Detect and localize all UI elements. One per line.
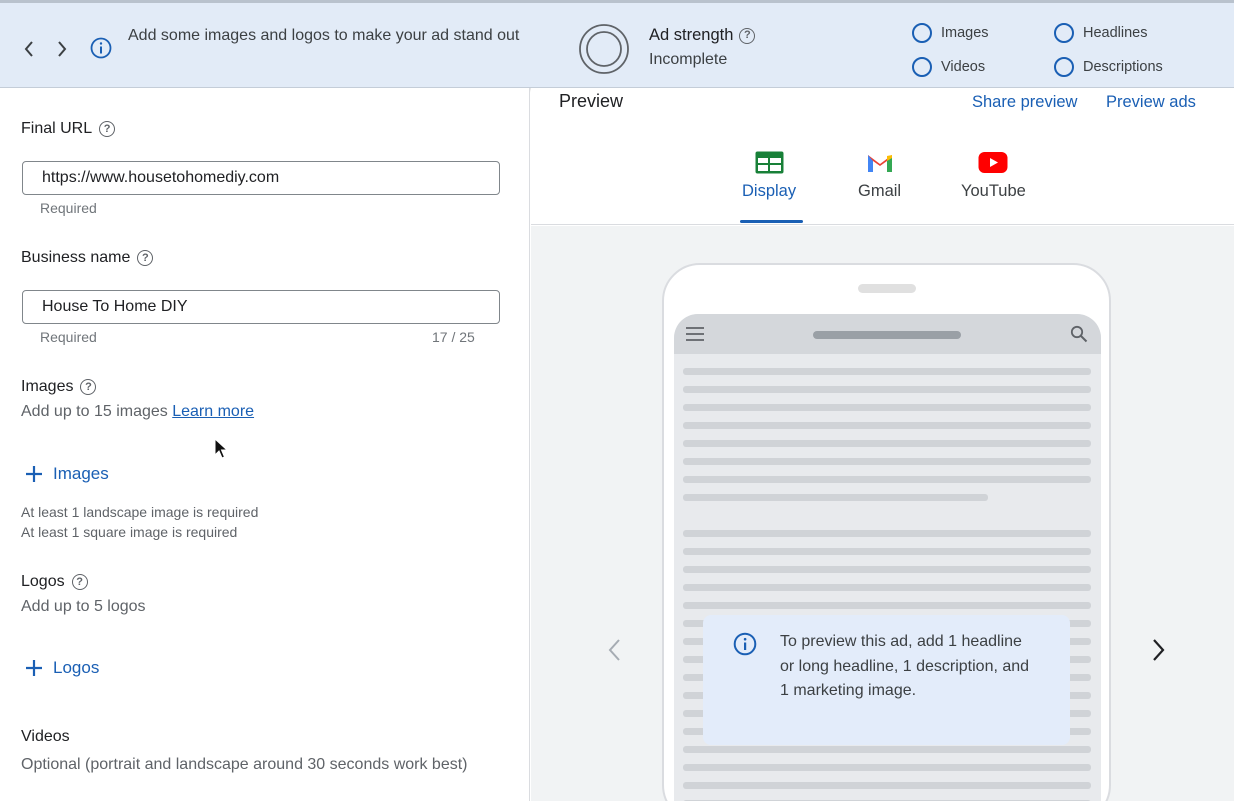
radio-circle-icon bbox=[912, 23, 932, 43]
preview-area: To preview this ad, add 1 headline or lo… bbox=[531, 226, 1234, 801]
radio-circle-icon bbox=[1054, 23, 1074, 43]
chevron-left-icon bbox=[24, 41, 33, 57]
tab-gmail-label: Gmail bbox=[858, 182, 902, 200]
placeholder-line bbox=[683, 602, 1091, 609]
preview-notice-text: To preview this ad, add 1 headline or lo… bbox=[780, 633, 1030, 699]
character-counter: 17 / 25 bbox=[432, 329, 475, 345]
placeholder-line bbox=[683, 458, 1091, 465]
tab-display-label: Display bbox=[742, 182, 797, 200]
help-icon[interactable]: ? bbox=[99, 121, 116, 137]
images-description: Add up to 15 images Learn more bbox=[21, 403, 254, 421]
checklist-videos[interactable]: Videos bbox=[912, 57, 985, 77]
placeholder-line bbox=[683, 746, 1091, 753]
checklist-label: Images bbox=[941, 25, 989, 41]
business-name-required-hint: Required bbox=[40, 329, 97, 345]
preview-header: Preview Share preview Preview ads Displa… bbox=[531, 88, 1234, 225]
ad-strength-title: Ad strength ? bbox=[649, 26, 756, 45]
add-images-label: Images bbox=[53, 464, 109, 483]
back-button[interactable] bbox=[19, 37, 39, 61]
placeholder-line bbox=[683, 422, 1091, 429]
placeholder-line bbox=[683, 386, 1091, 393]
checklist-descriptions[interactable]: Descriptions bbox=[1054, 57, 1163, 77]
checklist-label: Headlines bbox=[1083, 25, 1148, 41]
help-icon[interactable]: ? bbox=[71, 574, 88, 590]
ad-strength-ring-icon bbox=[579, 24, 629, 74]
learn-more-link[interactable]: Learn more bbox=[172, 403, 254, 420]
placeholder-line bbox=[683, 494, 988, 501]
logos-description: Add up to 5 logos bbox=[21, 598, 146, 615]
checklist-label: Videos bbox=[941, 59, 986, 75]
forward-button[interactable] bbox=[52, 37, 72, 61]
images-label-text: Images bbox=[21, 378, 74, 395]
placeholder-line bbox=[683, 764, 1091, 771]
preview-title: Preview bbox=[559, 91, 624, 111]
placeholder-line bbox=[683, 476, 1091, 483]
address-bar-placeholder bbox=[813, 331, 961, 339]
help-icon[interactable]: ? bbox=[739, 27, 756, 44]
browser-bar bbox=[674, 314, 1101, 354]
ad-strength-bar: Add some images and logos to make your a… bbox=[0, 0, 1234, 88]
placeholder-line bbox=[683, 566, 1091, 573]
checklist-headlines[interactable]: Headlines bbox=[1054, 23, 1148, 43]
tab-gmail[interactable]: Gmail bbox=[858, 151, 901, 201]
chevron-right-icon bbox=[58, 41, 67, 57]
business-name-label: Business name ? bbox=[21, 249, 154, 267]
add-logos-label: Logos bbox=[53, 658, 100, 677]
ad-strength-status: Incomplete bbox=[649, 51, 728, 68]
guidance-message: Add some images and logos to make your a… bbox=[128, 27, 520, 44]
plus-icon bbox=[26, 466, 42, 482]
help-icon[interactable]: ? bbox=[80, 379, 97, 395]
logos-label-text: Logos bbox=[21, 573, 65, 590]
add-logos-button[interactable]: Logos bbox=[24, 658, 99, 678]
landscape-requirement: At least 1 landscape image is required bbox=[21, 504, 259, 520]
ad-form-panel: Final URL ? Required Business name ? Req… bbox=[0, 88, 530, 801]
info-icon bbox=[733, 632, 757, 656]
images-label: Images ? bbox=[21, 378, 97, 396]
info-icon bbox=[90, 37, 112, 59]
placeholder-line bbox=[683, 782, 1091, 789]
mouse-cursor-icon bbox=[214, 438, 228, 459]
preview-notice: To preview this ad, add 1 headline or lo… bbox=[703, 615, 1070, 745]
videos-label: Videos bbox=[21, 728, 70, 746]
placeholder-line bbox=[683, 548, 1091, 555]
logos-label: Logos ? bbox=[21, 573, 88, 591]
placeholder-line bbox=[683, 584, 1091, 591]
tab-display[interactable]: Display bbox=[742, 151, 796, 201]
checklist-images[interactable]: Images bbox=[912, 23, 989, 43]
search-icon bbox=[1070, 325, 1088, 343]
final-url-input[interactable] bbox=[22, 161, 500, 195]
radio-circle-icon bbox=[1054, 57, 1074, 77]
active-tab-indicator bbox=[740, 220, 803, 223]
help-icon[interactable]: ? bbox=[137, 250, 154, 266]
business-name-label-text: Business name bbox=[21, 249, 131, 266]
plus-icon bbox=[26, 660, 42, 676]
preview-ads-button[interactable]: Preview ads bbox=[1106, 93, 1196, 112]
videos-label-text: Videos bbox=[21, 728, 70, 745]
placeholder-line bbox=[683, 368, 1091, 375]
ad-strength-label: Ad strength bbox=[649, 26, 734, 44]
square-requirement: At least 1 square image is required bbox=[21, 524, 238, 540]
videos-description: Optional (portrait and landscape around … bbox=[21, 756, 468, 773]
final-url-required-hint: Required bbox=[40, 200, 97, 216]
menu-icon bbox=[686, 327, 704, 341]
final-url-label-text: Final URL bbox=[21, 120, 93, 137]
tab-youtube[interactable]: YouTube bbox=[961, 151, 1026, 201]
phone-speaker bbox=[858, 284, 916, 293]
share-preview-button[interactable]: Share preview bbox=[972, 93, 1077, 112]
placeholder-line bbox=[683, 440, 1091, 447]
checklist-label: Descriptions bbox=[1083, 59, 1163, 75]
radio-circle-icon bbox=[912, 57, 932, 77]
images-description-text: Add up to 15 images bbox=[21, 403, 168, 420]
chevron-left-icon[interactable] bbox=[605, 636, 625, 664]
chevron-right-icon[interactable] bbox=[1148, 636, 1168, 664]
display-icon bbox=[755, 151, 784, 174]
youtube-icon bbox=[978, 152, 1008, 173]
placeholder-line bbox=[683, 404, 1091, 411]
placeholder-line bbox=[683, 530, 1091, 537]
gmail-icon bbox=[867, 155, 892, 172]
final-url-label: Final URL ? bbox=[21, 120, 116, 138]
tab-youtube-label: YouTube bbox=[961, 182, 1026, 200]
add-images-button[interactable]: Images bbox=[24, 464, 109, 484]
business-name-input[interactable] bbox=[22, 290, 500, 324]
